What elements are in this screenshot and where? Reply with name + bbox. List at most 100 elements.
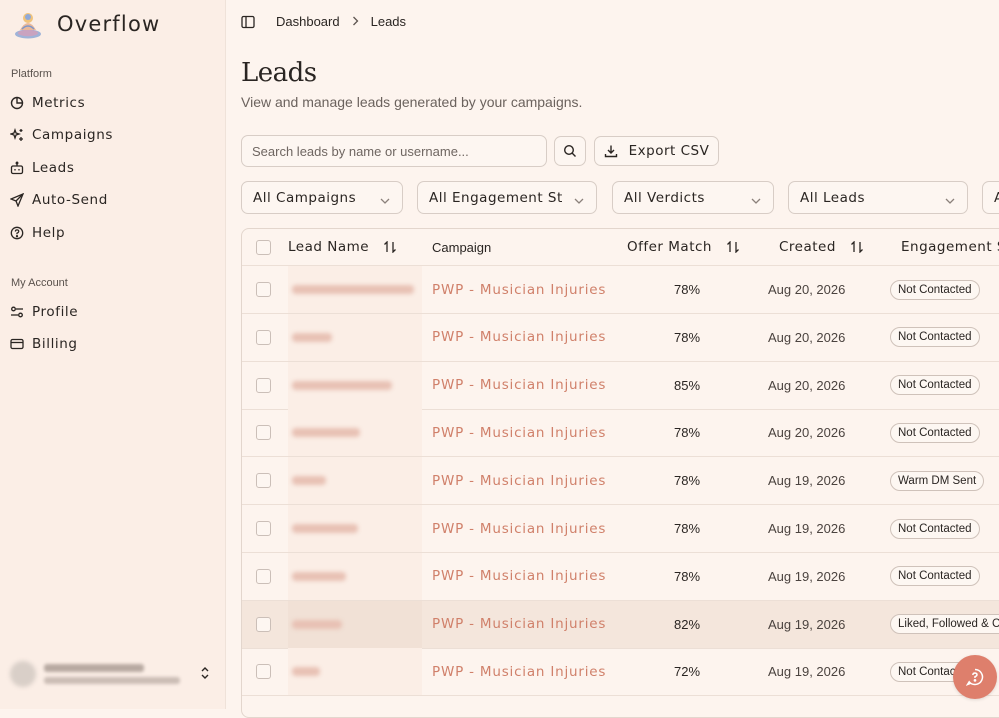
campaign-link[interactable]: PWP - Musician Injuries	[432, 664, 606, 680]
leads-filter-select[interactable]: All Leads	[788, 181, 968, 214]
status-badge: Not Contacted	[890, 279, 980, 300]
engagement-cell: Not Contacted	[890, 553, 980, 600]
engagement-filter-select[interactable]: All Engagement Status	[417, 181, 597, 214]
offer-match-header[interactable]: Offer Match	[627, 229, 740, 265]
row-checkbox[interactable]	[256, 473, 271, 489]
brand[interactable]: Overflow	[12, 8, 160, 40]
lead-name-cell[interactable]	[292, 601, 342, 648]
sidebar-item-leads[interactable]: Leads	[10, 157, 74, 179]
sidebar-toggle-icon[interactable]	[241, 15, 255, 29]
campaign-cell[interactable]: PWP - Musician Injuries	[432, 266, 606, 313]
breadcrumb-dashboard-link[interactable]: Dashboard	[276, 14, 340, 29]
campaign-link[interactable]: PWP - Musician Injuries	[432, 377, 606, 393]
sidebar-item-label: Profile	[32, 304, 79, 320]
campaign-header-label: Campaign	[432, 239, 492, 255]
status-badge: Not Contacted	[890, 327, 980, 348]
breadcrumb-current: Leads	[370, 14, 407, 29]
status-badge: Not Contacted	[890, 566, 980, 587]
campaign-cell[interactable]: PWP - Musician Injuries	[432, 314, 606, 361]
campaign-cell[interactable]: PWP - Musician Injuries	[432, 457, 606, 504]
sidebar-item-metrics[interactable]: Metrics	[10, 92, 85, 114]
row-checkbox-cell	[256, 648, 271, 695]
campaign-link[interactable]: PWP - Musician Injuries	[432, 568, 606, 584]
row-checkbox[interactable]	[256, 282, 271, 297]
lead-name-header[interactable]: Lead Name	[288, 229, 397, 265]
campaign-cell[interactable]: PWP - Musician Injuries	[432, 553, 606, 600]
lead-name-cell[interactable]	[292, 409, 360, 456]
sidebar-item-auto-send[interactable]: Auto-Send	[10, 189, 108, 211]
pie-chart-icon	[10, 96, 24, 110]
engagement-cell: Not Contacted	[890, 409, 980, 456]
offer-match-cell: 85%	[674, 362, 700, 409]
campaign-cell[interactable]: PWP - Musician Injuries	[432, 648, 606, 695]
download-icon	[604, 144, 618, 158]
status-badge: Not Contacted	[890, 518, 980, 539]
created-date: Aug 19, 2026	[768, 521, 846, 536]
send-icon	[10, 193, 24, 207]
campaign-link[interactable]: PWP - Musician Injuries	[432, 425, 606, 441]
table-row[interactable]: PWP - Musician Injuries 78% Aug 19, 2026 No…	[242, 552, 999, 601]
select-all-checkbox-cell	[256, 229, 271, 265]
campaign-filter-select[interactable]: All Campaigns	[241, 181, 403, 214]
sidebar-item-campaigns[interactable]: Campaigns	[10, 124, 113, 146]
additional-filter-select[interactable]: A	[982, 181, 999, 214]
campaign-cell[interactable]: PWP - Musician Injuries	[432, 601, 606, 648]
offer-match-cell: 78%	[674, 266, 700, 313]
offer-match-cell: 78%	[674, 409, 700, 456]
search-input[interactable]	[241, 135, 547, 167]
user-account-menu[interactable]	[10, 656, 216, 692]
created-header[interactable]: Created	[779, 229, 864, 265]
table-row[interactable]: PWP - Musician Injuries 82% Aug 19, 2026 Li…	[242, 600, 999, 649]
row-checkbox[interactable]	[256, 425, 271, 441]
offer-match-header-label: Offer Match	[627, 239, 712, 255]
lead-name-cell[interactable]	[292, 457, 326, 504]
table-row[interactable]: PWP - Musician Injuries 78% Aug 19, 2026 Wa…	[242, 457, 999, 506]
lead-name-cell[interactable]	[292, 362, 392, 409]
engagement-header: Engagement Status	[901, 229, 999, 265]
lead-name-cell[interactable]	[292, 314, 332, 361]
lead-name-redacted	[292, 428, 360, 438]
table-row[interactable]: PWP - Musician Injuries 78% Aug 20, 2026 No…	[242, 313, 999, 362]
sidebar-item-label: Help	[32, 225, 66, 241]
campaign-cell[interactable]: PWP - Musician Injuries	[432, 505, 606, 552]
export-csv-button[interactable]: Export CSV	[594, 136, 719, 166]
chevron-down-icon	[380, 193, 390, 209]
verdict-filter-select[interactable]: All Verdicts	[612, 181, 774, 214]
lead-name-cell[interactable]	[292, 553, 346, 600]
engagement-cell: Liked, Followed & Co	[890, 601, 999, 648]
campaign-cell[interactable]: PWP - Musician Injuries	[432, 362, 606, 409]
created-cell: Aug 19, 2026	[768, 601, 845, 648]
campaign-link[interactable]: PWP - Musician Injuries	[432, 473, 606, 489]
campaign-link[interactable]: PWP - Musician Injuries	[432, 521, 606, 537]
campaign-link[interactable]: PWP - Musician Injuries	[432, 329, 606, 345]
row-checkbox-cell	[256, 266, 271, 313]
sidebar-item-billing[interactable]: Billing	[10, 333, 78, 355]
help-chat-button[interactable]	[953, 655, 997, 699]
select-all-checkbox[interactable]	[256, 239, 271, 255]
lead-name-redacted	[292, 332, 332, 342]
table-row[interactable]: PWP - Musician Injuries 72% Aug 19, 2026 No…	[242, 648, 999, 697]
table-row[interactable]: PWP - Musician Injuries 78% Aug 20, 2026 No…	[242, 266, 999, 314]
sidebar-item-help[interactable]: Help	[10, 222, 65, 244]
row-checkbox[interactable]	[256, 568, 271, 584]
sidebar-item-profile[interactable]: Profile	[10, 301, 78, 323]
table-row[interactable]: PWP - Musician Injuries 85% Aug 20, 2026 No…	[242, 361, 999, 410]
row-checkbox[interactable]	[256, 521, 271, 536]
table-row[interactable]: PWP - Musician Injuries 78% Aug 19, 2026 No…	[242, 505, 999, 553]
campaign-link[interactable]: PWP - Musician Injuries	[432, 282, 606, 298]
table-row[interactable]: PWP - Musician Injuries 78% Aug 20, 2026 No…	[242, 409, 999, 458]
offer-match-value: 82%	[674, 616, 701, 632]
row-checkbox[interactable]	[256, 329, 271, 345]
campaign-cell[interactable]: PWP - Musician Injuries	[432, 409, 606, 456]
row-checkbox[interactable]	[256, 616, 271, 632]
lead-name-cell[interactable]	[292, 648, 320, 695]
sort-arrows-icon	[850, 241, 864, 253]
campaign-link[interactable]: PWP - Musician Injuries	[432, 616, 606, 632]
lead-name-cell[interactable]	[292, 266, 414, 313]
offer-match-cell: 72%	[674, 648, 700, 695]
search-button[interactable]	[554, 136, 586, 166]
row-checkbox[interactable]	[256, 664, 271, 680]
export-csv-label: Export CSV	[628, 143, 710, 159]
lead-name-cell[interactable]	[292, 505, 358, 552]
row-checkbox[interactable]	[256, 377, 271, 393]
